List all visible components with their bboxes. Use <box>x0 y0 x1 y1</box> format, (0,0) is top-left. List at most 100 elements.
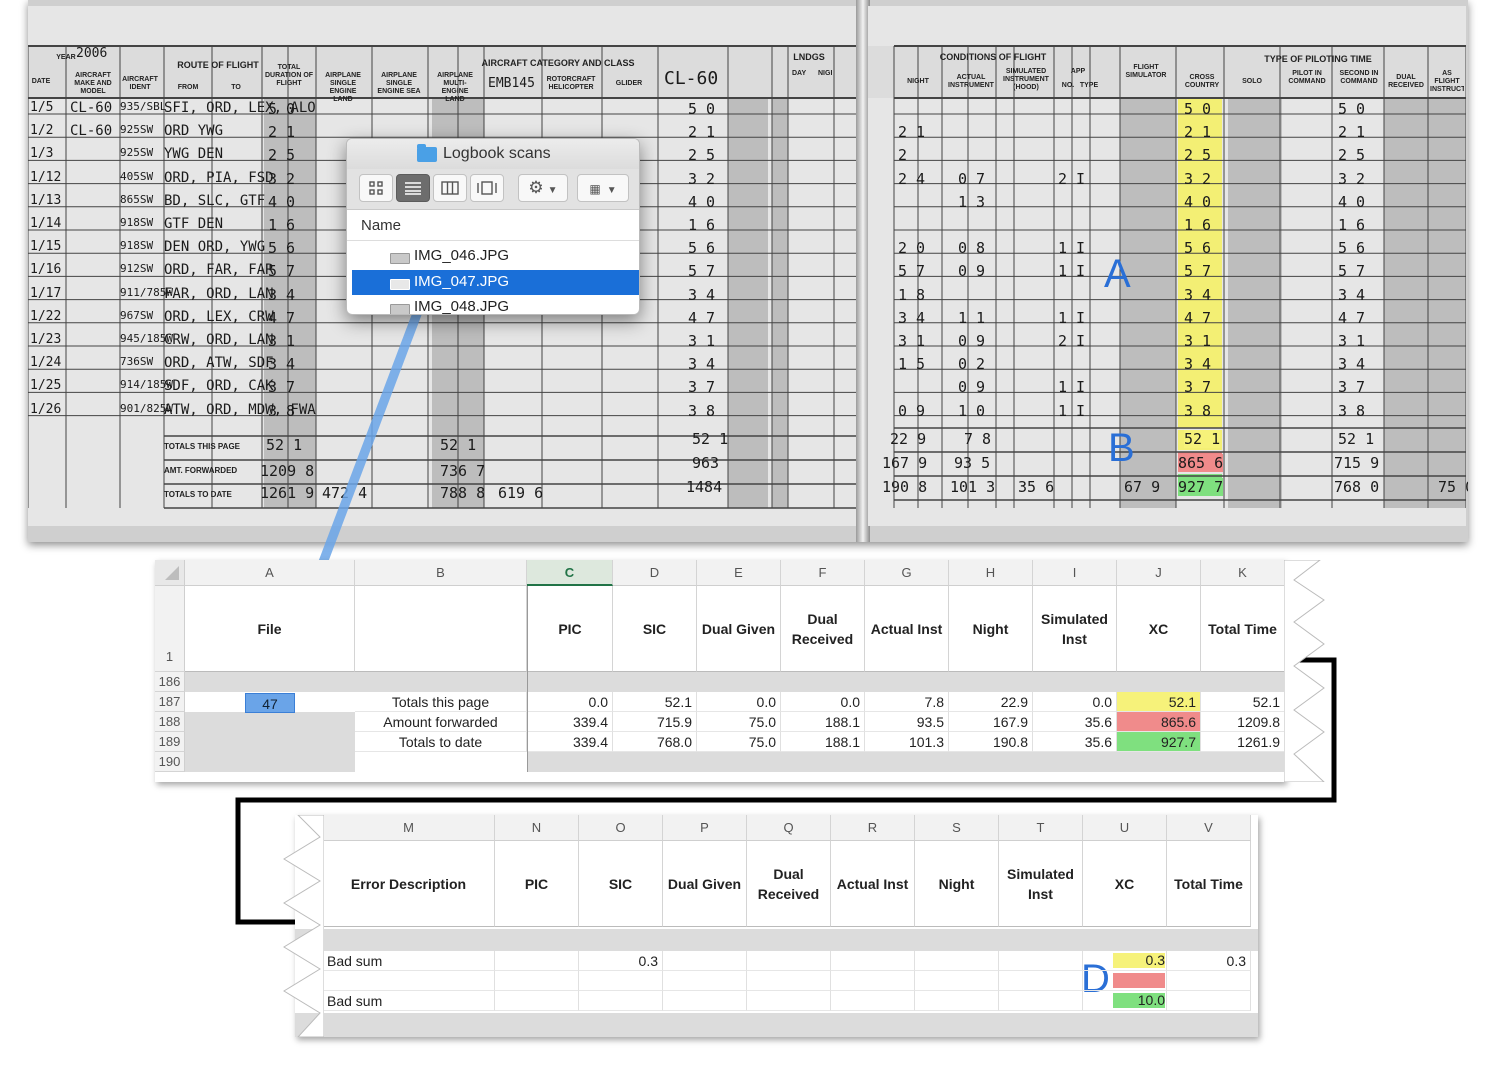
icon-view-button[interactable] <box>359 174 393 202</box>
file-row-img046[interactable]: IMG_046.JPG <box>352 244 639 269</box>
error-cell-r[interactable] <box>831 951 915 971</box>
error-description-cell[interactable] <box>323 971 495 991</box>
column-header-t[interactable]: T <box>999 815 1083 841</box>
value-cell-g[interactable]: 93.5 <box>865 712 949 732</box>
error-cell-s[interactable] <box>915 991 999 1011</box>
column-header-i[interactable]: I <box>1033 560 1117 586</box>
error-header-cell-6[interactable]: Night <box>915 841 999 927</box>
value-cell-h[interactable]: 167.9 <box>949 712 1033 732</box>
error-description-cell[interactable]: Bad sum <box>323 991 495 1011</box>
value-cell-e[interactable]: 0.0 <box>697 692 781 712</box>
column-header-s[interactable]: S <box>915 815 999 841</box>
value-cell-k[interactable]: 1209.8 <box>1201 712 1285 732</box>
value-cell-d[interactable]: 715.9 <box>613 712 697 732</box>
value-cell-d[interactable]: 52.1 <box>613 692 697 712</box>
error-header-cell-3[interactable]: Dual Given <box>663 841 747 927</box>
error-cell-u[interactable]: 10.0 <box>1083 991 1167 1011</box>
list-view-button[interactable] <box>396 174 430 202</box>
header-cell-4[interactable]: Dual Given <box>697 586 781 672</box>
error-header-cell-0[interactable]: Error Description <box>323 841 495 927</box>
row-header-190[interactable]: 190 <box>155 752 185 772</box>
error-cell-o[interactable]: 0.3 <box>579 951 663 971</box>
error-cell-n[interactable] <box>495 951 579 971</box>
group-menu-button[interactable]: ▦ ▼ <box>577 174 629 202</box>
error-cell-v[interactable] <box>1167 971 1251 991</box>
value-cell-f[interactable]: 0.0 <box>781 692 865 712</box>
column-header-v[interactable]: V <box>1167 815 1251 841</box>
error-cell-n[interactable] <box>495 971 579 991</box>
value-cell-e[interactable]: 75.0 <box>697 732 781 752</box>
error-cell-q[interactable] <box>747 971 831 991</box>
value-cell-d[interactable]: 768.0 <box>613 732 697 752</box>
error-cell-t[interactable] <box>999 971 1083 991</box>
value-cell-c[interactable]: 0.0 <box>527 692 613 712</box>
value-cell-h[interactable]: 190.8 <box>949 732 1033 752</box>
file-row-img047[interactable]: IMG_047.JPG <box>352 270 639 295</box>
finder-window[interactable]: Logbook scans ⚙ ▼ ▦ ▼ Name IMG_046.JPG IMG… <box>346 138 640 315</box>
column-header-f[interactable]: F <box>781 560 865 586</box>
error-cell-o[interactable] <box>579 971 663 991</box>
header-cell-10[interactable]: Total Time <box>1201 586 1285 672</box>
column-header-p[interactable]: P <box>663 815 747 841</box>
error-cell-u[interactable]: 0.3 <box>1083 951 1167 971</box>
select-all-corner[interactable] <box>155 560 185 586</box>
column-header-o[interactable]: O <box>579 815 663 841</box>
finder-titlebar[interactable]: Logbook scans <box>347 139 639 169</box>
header-cell-5[interactable]: Dual Received <box>781 586 865 672</box>
column-header-b[interactable]: B <box>355 560 527 586</box>
header-cell-2[interactable]: PIC <box>527 586 613 672</box>
value-cell-i[interactable]: 35.6 <box>1033 732 1117 752</box>
error-header-cell-2[interactable]: SIC <box>579 841 663 927</box>
value-cell-g[interactable]: 101.3 <box>865 732 949 752</box>
summary-label-cell[interactable]: Amount forwarded <box>355 712 527 732</box>
header-cell-8[interactable]: Simulated Inst <box>1033 586 1117 672</box>
column-header-e[interactable]: E <box>697 560 781 586</box>
column-header-g[interactable]: G <box>865 560 949 586</box>
file-row-img048[interactable]: IMG_048.JPG <box>352 295 639 314</box>
error-header-cell-5[interactable]: Actual Inst <box>831 841 915 927</box>
column-header-m[interactable]: M <box>323 815 495 841</box>
column-header-a[interactable]: A <box>185 560 355 586</box>
column-header-h[interactable]: H <box>949 560 1033 586</box>
error-header-cell-8[interactable]: XC <box>1083 841 1167 927</box>
value-cell-i[interactable]: 0.0 <box>1033 692 1117 712</box>
header-cell-9[interactable]: XC <box>1117 586 1201 672</box>
file-number-cell[interactable]: 47 <box>245 693 295 713</box>
column-header-j[interactable]: J <box>1117 560 1201 586</box>
row-header-1[interactable]: 1 <box>155 586 185 672</box>
error-cell-v[interactable]: 0.3 <box>1167 951 1251 971</box>
column-header-c[interactable]: C <box>527 560 613 586</box>
column-view-button[interactable] <box>433 174 467 202</box>
column-header-n[interactable]: N <box>495 815 579 841</box>
error-cell-t[interactable] <box>999 991 1083 1011</box>
error-cell-p[interactable] <box>663 951 747 971</box>
error-cell-p[interactable] <box>663 991 747 1011</box>
error-cell-o[interactable] <box>579 991 663 1011</box>
error-cell-q[interactable] <box>747 991 831 1011</box>
error-cell-q[interactable] <box>747 951 831 971</box>
summary-label-cell[interactable]: Totals to date <box>355 732 527 752</box>
value-cell-f[interactable]: 188.1 <box>781 732 865 752</box>
column-header-r[interactable]: R <box>831 815 915 841</box>
column-header-u[interactable]: U <box>1083 815 1167 841</box>
error-header-cell-1[interactable]: PIC <box>495 841 579 927</box>
row-header-186[interactable]: 186 <box>155 672 185 692</box>
value-cell-c[interactable]: 339.4 <box>527 732 613 752</box>
header-cell-7[interactable]: Night <box>949 586 1033 672</box>
error-cell-t[interactable] <box>999 951 1083 971</box>
action-menu-button[interactable]: ⚙ ▼ <box>518 174 568 202</box>
value-cell-j[interactable]: 865.6 <box>1117 712 1201 732</box>
row-header-188[interactable]: 188 <box>155 712 185 732</box>
column-header-d[interactable]: D <box>613 560 697 586</box>
value-cell-k[interactable]: 52.1 <box>1201 692 1285 712</box>
value-cell-h[interactable]: 22.9 <box>949 692 1033 712</box>
value-cell-j[interactable]: 52.1 <box>1117 692 1201 712</box>
error-cell-r[interactable] <box>831 971 915 991</box>
value-cell-g[interactable]: 7.8 <box>865 692 949 712</box>
row-header-187[interactable]: 187 <box>155 692 185 712</box>
error-header-cell-9[interactable]: Total Time <box>1167 841 1251 927</box>
value-cell-k[interactable]: 1261.9 <box>1201 732 1285 752</box>
header-cell-0[interactable]: File <box>185 586 355 672</box>
value-cell-f[interactable]: 188.1 <box>781 712 865 732</box>
finder-name-column-header[interactable]: Name <box>347 210 639 241</box>
